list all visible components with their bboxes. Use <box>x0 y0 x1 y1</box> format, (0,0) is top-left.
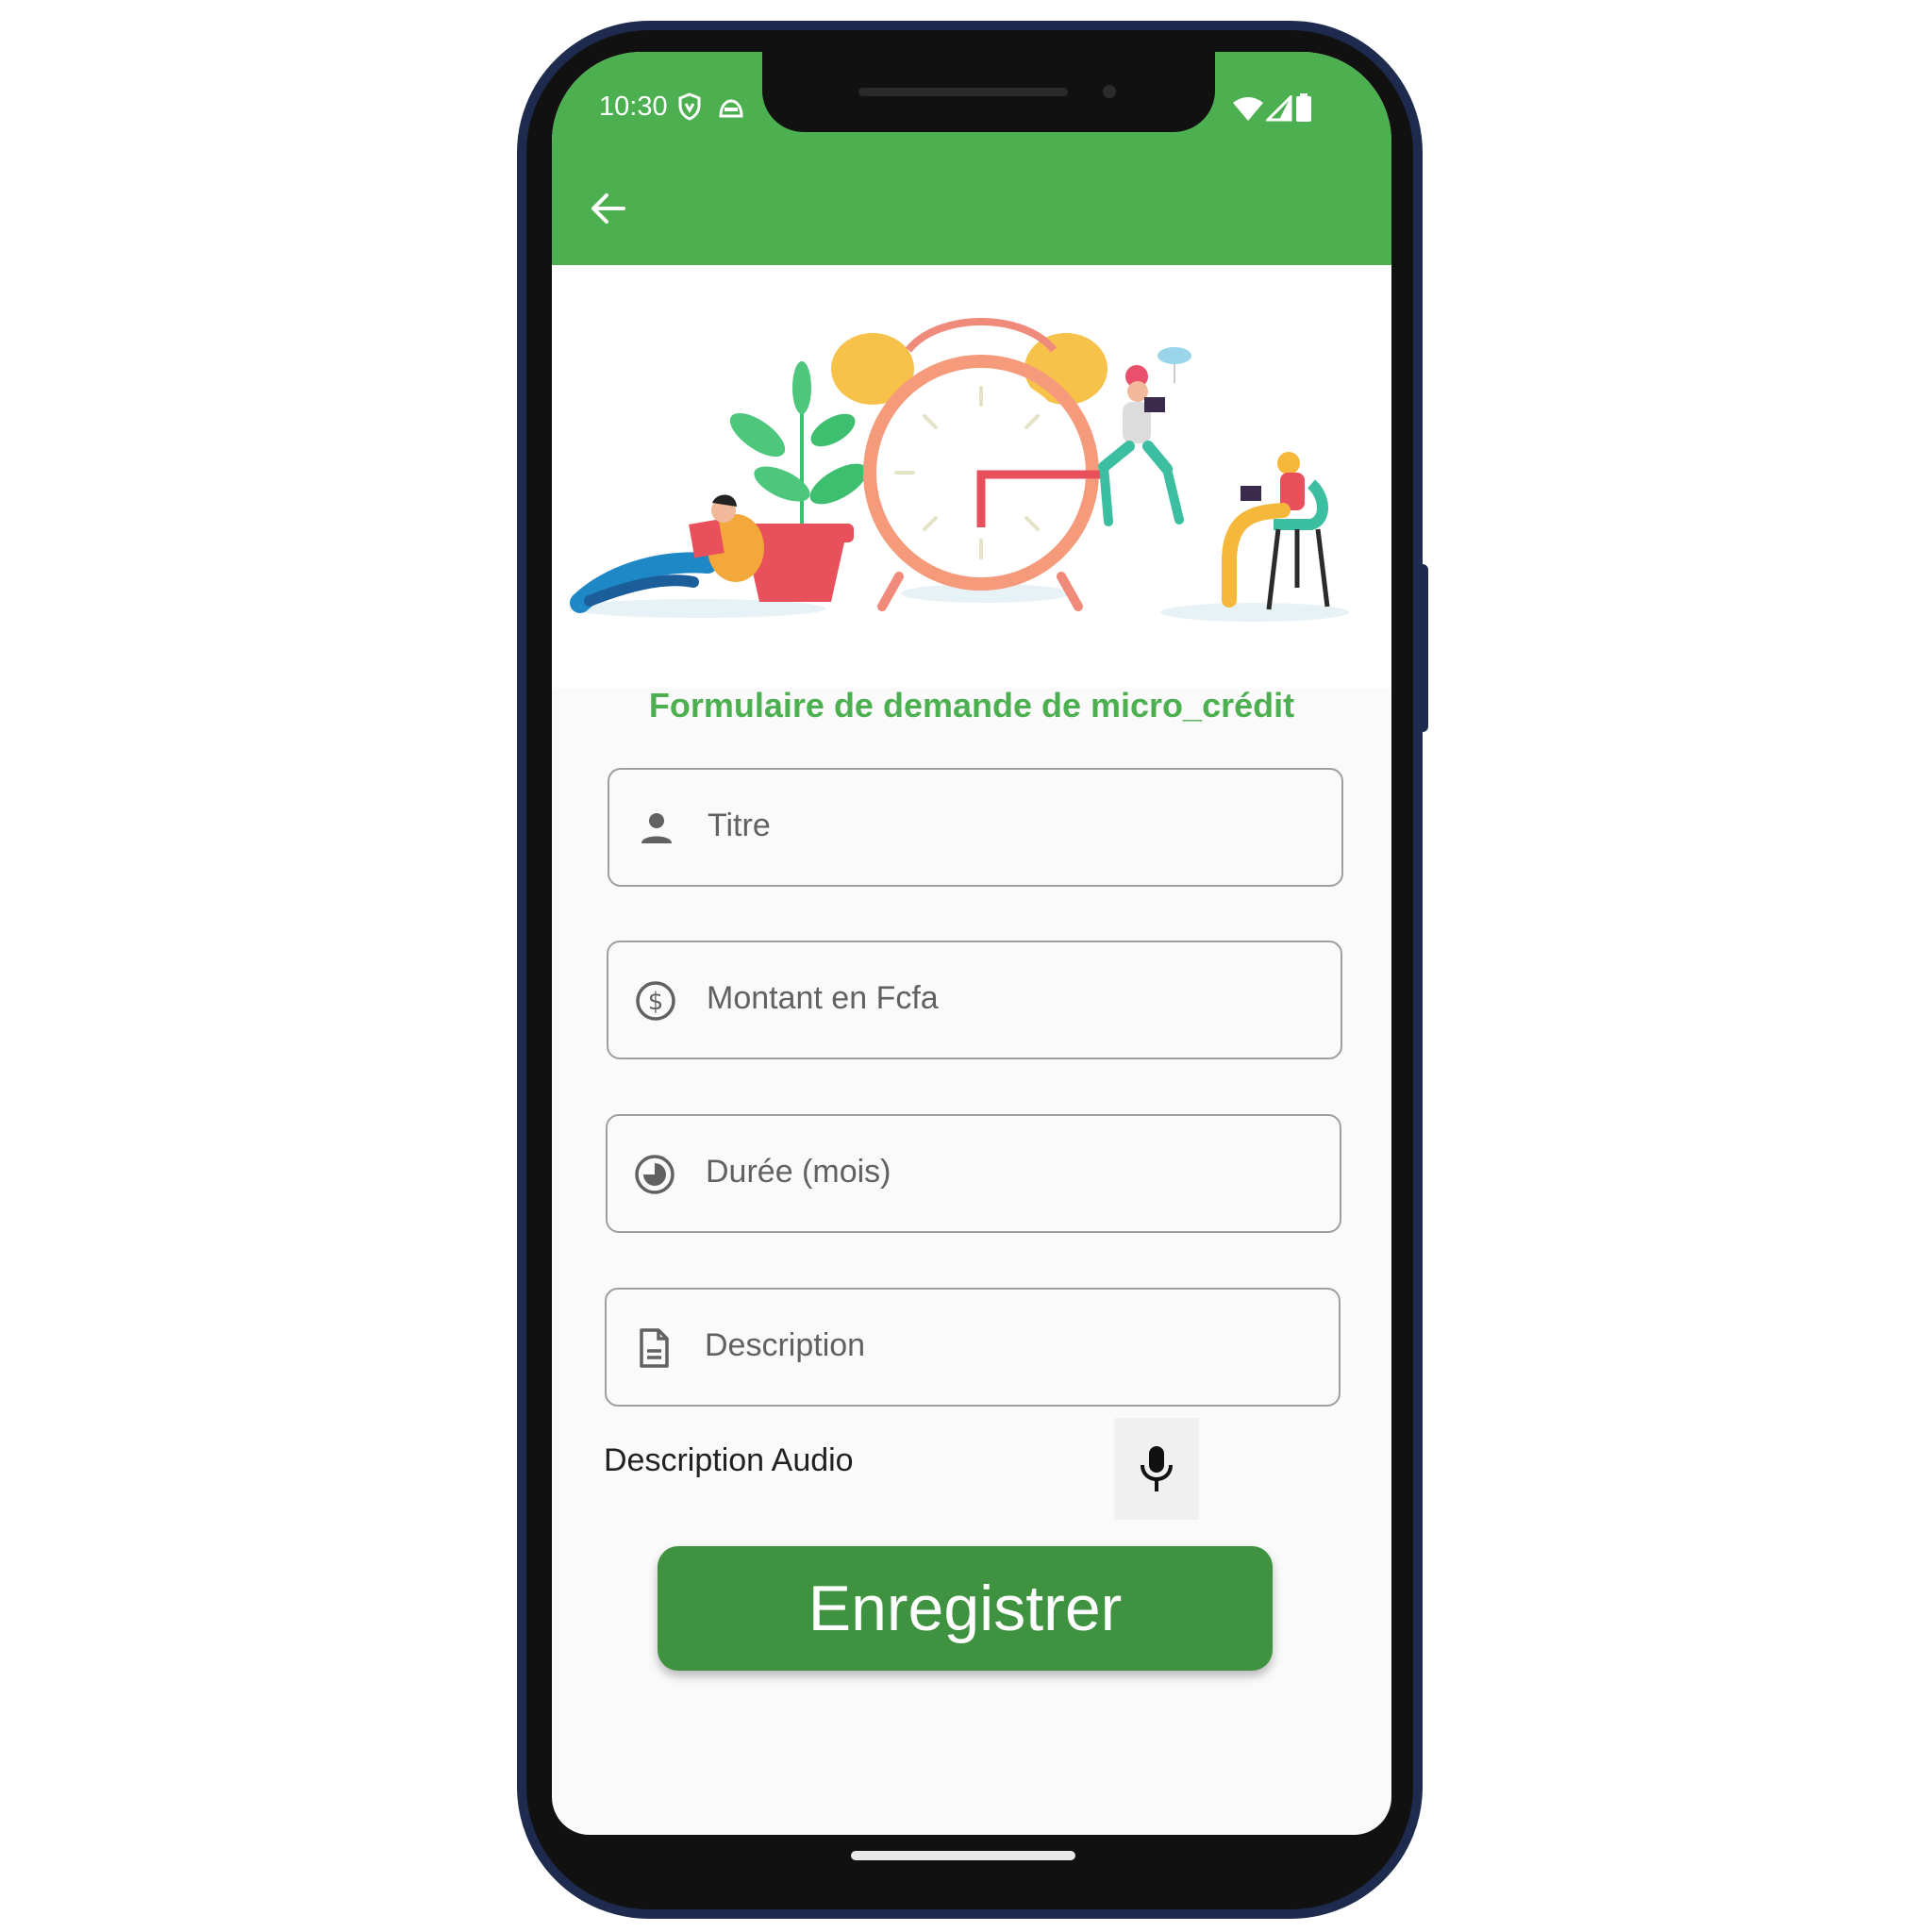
app-bar <box>552 150 1391 265</box>
document-icon <box>640 1328 669 1368</box>
montant-field[interactable]: $ Montant en Fcfa <box>607 941 1342 1059</box>
description-field[interactable]: Description <box>605 1288 1341 1407</box>
arrow-left-icon[interactable] <box>588 188 629 229</box>
audio-description-label: Description Audio <box>604 1442 854 1478</box>
stage: 10:30 Formulaire de demande de micro_cré… <box>0 0 1932 1932</box>
phone-screen: 10:30 Formulaire de demande de micro_cré… <box>552 52 1391 1835</box>
dollar-circle-icon: $ <box>636 981 675 1021</box>
clock-pie-icon <box>635 1155 675 1194</box>
ground-shadow <box>1160 603 1349 622</box>
montant-placeholder: Montant en Fcfa <box>707 980 939 1016</box>
wifi-icon <box>1233 97 1263 121</box>
phone-speaker <box>858 88 1068 96</box>
reading-person-icon <box>570 494 764 613</box>
android-face-icon <box>719 99 743 118</box>
hero-illustration-art <box>570 318 1349 622</box>
titre-field[interactable]: Titre <box>608 768 1343 887</box>
status-time: 10:30 <box>599 92 668 122</box>
phone-camera <box>1103 85 1116 98</box>
signal-icon <box>1266 95 1292 122</box>
chair-person-laptop-icon <box>1222 452 1330 610</box>
phone-side-button <box>1419 564 1428 732</box>
home-indicator[interactable] <box>851 1851 1075 1860</box>
titre-placeholder: Titre <box>708 808 771 843</box>
svg-text:$: $ <box>648 988 664 1016</box>
duree-placeholder: Durée (mois) <box>706 1154 891 1190</box>
alarm-clock-icon <box>831 318 1108 611</box>
sitting-woman-laptop-icon <box>1098 347 1191 526</box>
form-title: Formulaire de demande de micro_crédit <box>648 686 1295 724</box>
duree-field[interactable]: Durée (mois) <box>606 1114 1341 1233</box>
description-placeholder: Description <box>705 1327 866 1363</box>
person-icon <box>641 813 672 843</box>
shield-icon <box>678 92 701 121</box>
battery-icon <box>1296 93 1311 122</box>
record-audio-button[interactable] <box>1114 1418 1199 1520</box>
enregistrer-button[interactable]: Enregistrer <box>658 1546 1273 1671</box>
microphone-icon <box>1141 1446 1173 1491</box>
hero-illustration <box>552 265 1391 688</box>
